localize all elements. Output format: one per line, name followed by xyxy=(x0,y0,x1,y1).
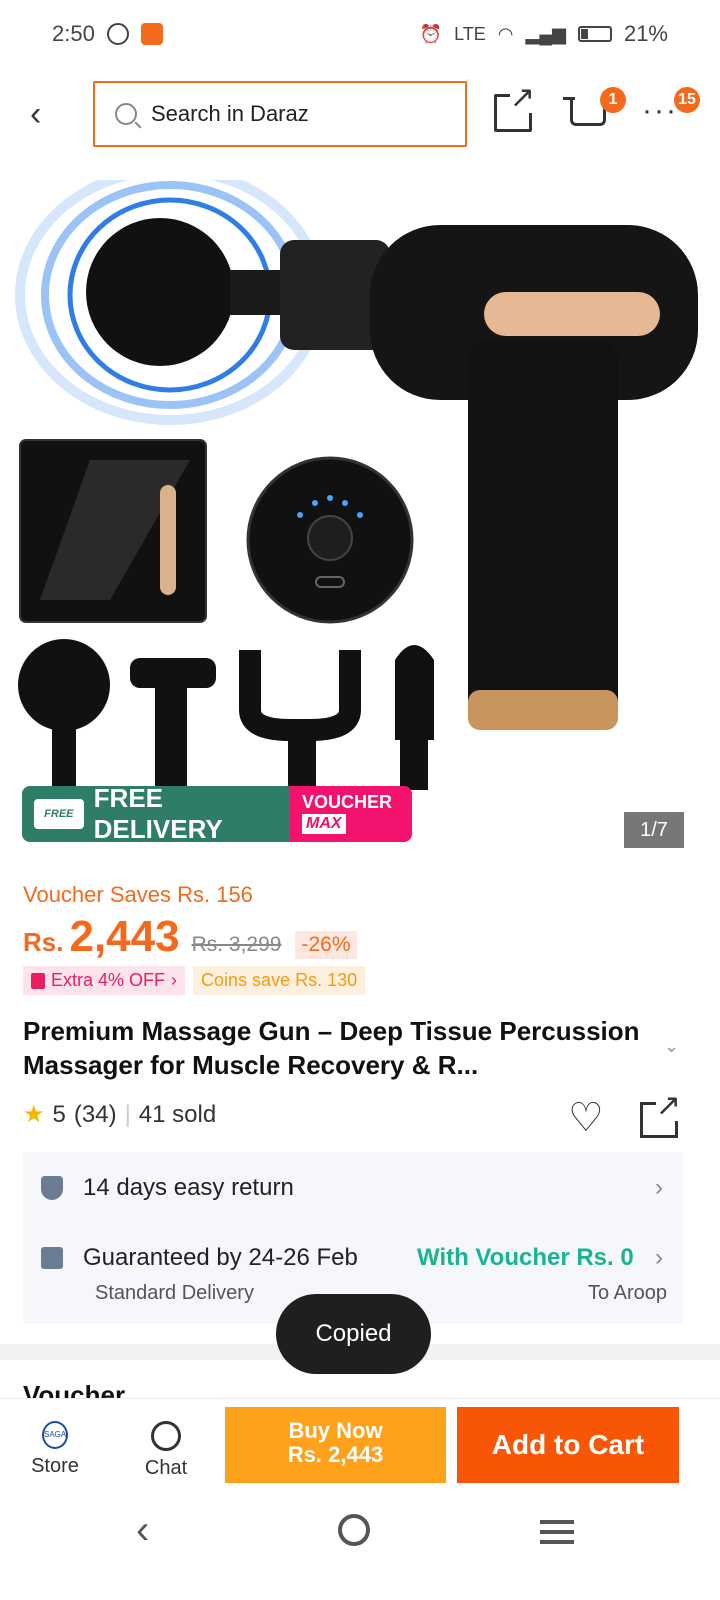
nav-back-icon[interactable]: ‹ xyxy=(136,1508,149,1553)
whatsapp-icon xyxy=(106,23,129,45)
rating-value: 5 xyxy=(52,1100,66,1128)
voucher-saves-text: Voucher Saves Rs. 156 xyxy=(23,882,253,907)
truck-icon: FREE xyxy=(34,799,84,829)
alarm-icon: ⏰ xyxy=(419,23,443,44)
share-icon[interactable] xyxy=(640,1091,681,1138)
review-count: (34) xyxy=(73,1100,117,1128)
share-icon[interactable] xyxy=(494,83,535,132)
buy-now-label: Buy Now xyxy=(288,1418,383,1443)
store-logo: SAGA xyxy=(42,1421,68,1449)
voucher-max-banner: VOUCHER MAX xyxy=(290,786,412,842)
heart-icon[interactable]: ♡ xyxy=(568,1098,604,1138)
buy-now-button[interactable]: Buy Now Rs. 2,443 xyxy=(225,1407,446,1483)
back-icon[interactable]: ‹ xyxy=(30,96,66,132)
discount-badge: -26% xyxy=(295,931,357,959)
nav-recents-icon[interactable] xyxy=(540,1520,574,1544)
chat-button[interactable]: Chat xyxy=(131,1409,201,1480)
cart-count-badge: 1 xyxy=(600,87,626,113)
buy-now-price: Rs. 2,443 xyxy=(287,1442,384,1467)
battery-icon xyxy=(577,26,612,42)
voucher-max-label: MAX xyxy=(302,814,346,834)
chevron-right-icon: › xyxy=(655,1174,663,1201)
status-bar: 2:50 ⏰ LTE ◠ ▂▄▆ 21% xyxy=(0,0,720,68)
promo-row: Extra 4% OFF › Coins save Rs. 130 xyxy=(23,966,366,995)
voucher-delivery-label: With Voucher Rs. 0 xyxy=(417,1244,634,1271)
product-title: Premium Massage Gun – Deep Tissue Percus… xyxy=(23,1016,640,1080)
separator: | xyxy=(124,1100,131,1128)
status-time: 2:50 xyxy=(52,21,95,46)
network-label: LTE xyxy=(454,23,486,44)
coins-chip[interactable]: Coins save Rs. 130 xyxy=(193,966,366,995)
product-image[interactable]: FREE FREE DELIVERY VOUCHER MAX 1/7 xyxy=(0,180,720,860)
more-icon[interactable]: ··· xyxy=(642,94,678,128)
battery-level: 21% xyxy=(623,21,668,46)
delivery-row[interactable]: Guaranteed by 24-26 Feb xyxy=(41,1244,358,1272)
tag-icon xyxy=(31,972,45,989)
system-nav-bar: ‹ xyxy=(0,1494,720,1600)
status-left: 2:50 xyxy=(52,21,163,47)
search-icon xyxy=(115,103,137,125)
shield-icon xyxy=(41,1176,63,1200)
sold-count: 41 sold xyxy=(138,1100,217,1128)
rating-row[interactable]: ★ 5 (34) | 41 sold xyxy=(23,1100,216,1129)
add-to-cart-button[interactable]: Add to Cart xyxy=(457,1407,679,1483)
section-heading: Voucher xyxy=(23,1380,126,1400)
signal-icon: ▂▄▆ xyxy=(525,23,566,44)
search-input[interactable]: Search in Daraz xyxy=(93,81,467,147)
free-delivery-banner: FREE FREE DELIVERY xyxy=(22,783,290,844)
nav-home-icon[interactable] xyxy=(338,1514,370,1546)
return-row[interactable]: 14 days easy return xyxy=(41,1174,294,1202)
extra-off-chip[interactable]: Extra 4% OFF › xyxy=(23,966,186,995)
store-button[interactable]: SAGA Store xyxy=(20,1409,90,1478)
old-price: Rs. 3,299 xyxy=(191,933,282,956)
voucher-label: VOUCHER xyxy=(302,792,393,812)
gift-icon xyxy=(41,1247,63,1269)
wifi-icon: ◠ xyxy=(497,23,514,44)
copied-toast: Copied xyxy=(276,1294,431,1374)
status-right: ⏰ LTE ◠ ▂▄▆ 21% xyxy=(420,21,668,47)
app-notification-icon xyxy=(140,23,163,45)
chevron-down-icon[interactable]: ⌄ xyxy=(664,1036,679,1057)
image-counter: 1/7 xyxy=(624,812,684,848)
free-delivery-label: FREE DELIVERY xyxy=(93,783,223,844)
chevron-right-icon: › xyxy=(171,970,178,990)
massage-gun-illustration xyxy=(15,180,698,790)
deliver-to: To Aroop xyxy=(588,1282,667,1304)
guarantee-label: Guaranteed by 24-26 Feb xyxy=(83,1244,358,1271)
bottom-action-bar: SAGA Store Chat Buy Now Rs. 2,443 Add to… xyxy=(0,1398,720,1494)
extra-off-label: Extra 4% OFF xyxy=(51,970,166,990)
price-currency: Rs. xyxy=(23,927,64,957)
chat-icon xyxy=(151,1421,181,1451)
chevron-right-icon: › xyxy=(655,1244,663,1271)
search-placeholder: Search in Daraz xyxy=(151,101,309,126)
star-icon: ★ xyxy=(23,1101,45,1128)
store-label: Store xyxy=(31,1455,79,1477)
more-count-badge: 15 xyxy=(674,87,700,113)
delivery-type: Standard Delivery xyxy=(95,1282,254,1304)
price-value: 2,443 xyxy=(69,912,180,961)
return-label: 14 days easy return xyxy=(83,1174,294,1201)
chat-label: Chat xyxy=(144,1457,188,1479)
price-row: Rs. 2,443 Rs. 3,299 -26% xyxy=(23,912,357,962)
